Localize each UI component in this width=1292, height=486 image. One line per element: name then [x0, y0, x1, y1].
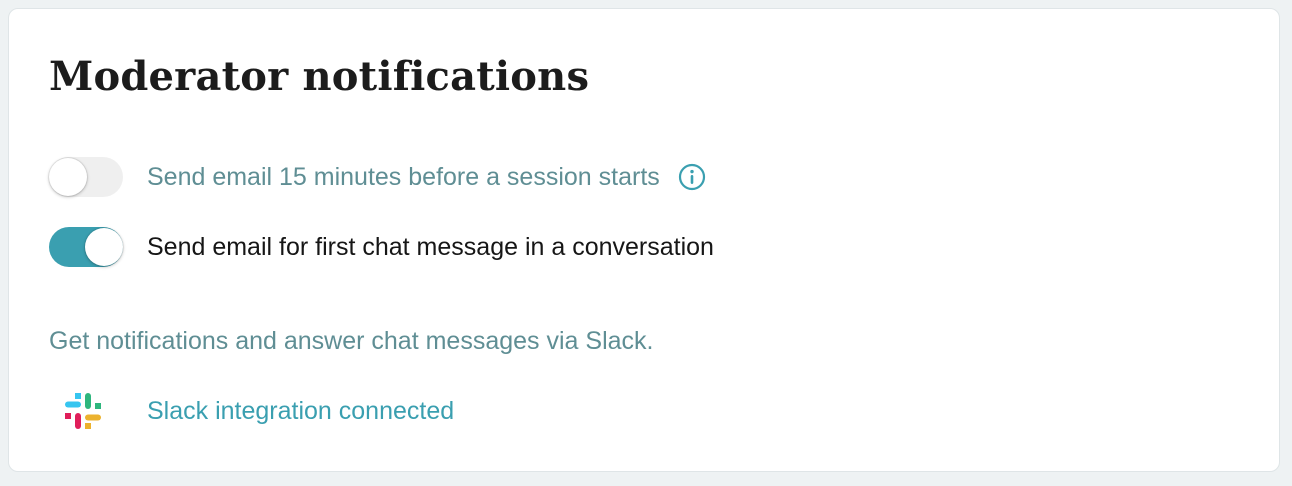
slack-integration-link[interactable]: Slack integration connected [147, 396, 454, 426]
session-reminder-toggle[interactable] [49, 157, 123, 197]
toggle-knob [49, 158, 87, 196]
slack-description: Get notifications and answer chat messag… [49, 327, 654, 355]
setting-row-session-reminder: Send email 15 minutes before a session s… [49, 155, 706, 199]
moderator-notifications-card: Moderator notifications Send email 15 mi… [8, 8, 1280, 472]
info-icon[interactable] [678, 163, 706, 191]
session-reminder-label: Send email 15 minutes before a session s… [147, 163, 660, 191]
first-chat-message-toggle[interactable] [49, 227, 123, 267]
slack-logo-icon [65, 393, 101, 429]
first-chat-message-label: Send email for first chat message in a c… [147, 233, 714, 261]
toggle-knob [85, 228, 123, 266]
card-title: Moderator notifications [49, 53, 590, 100]
slack-integration-row: Slack integration connected [61, 389, 454, 433]
setting-row-first-chat-message: Send email for first chat message in a c… [49, 225, 714, 269]
